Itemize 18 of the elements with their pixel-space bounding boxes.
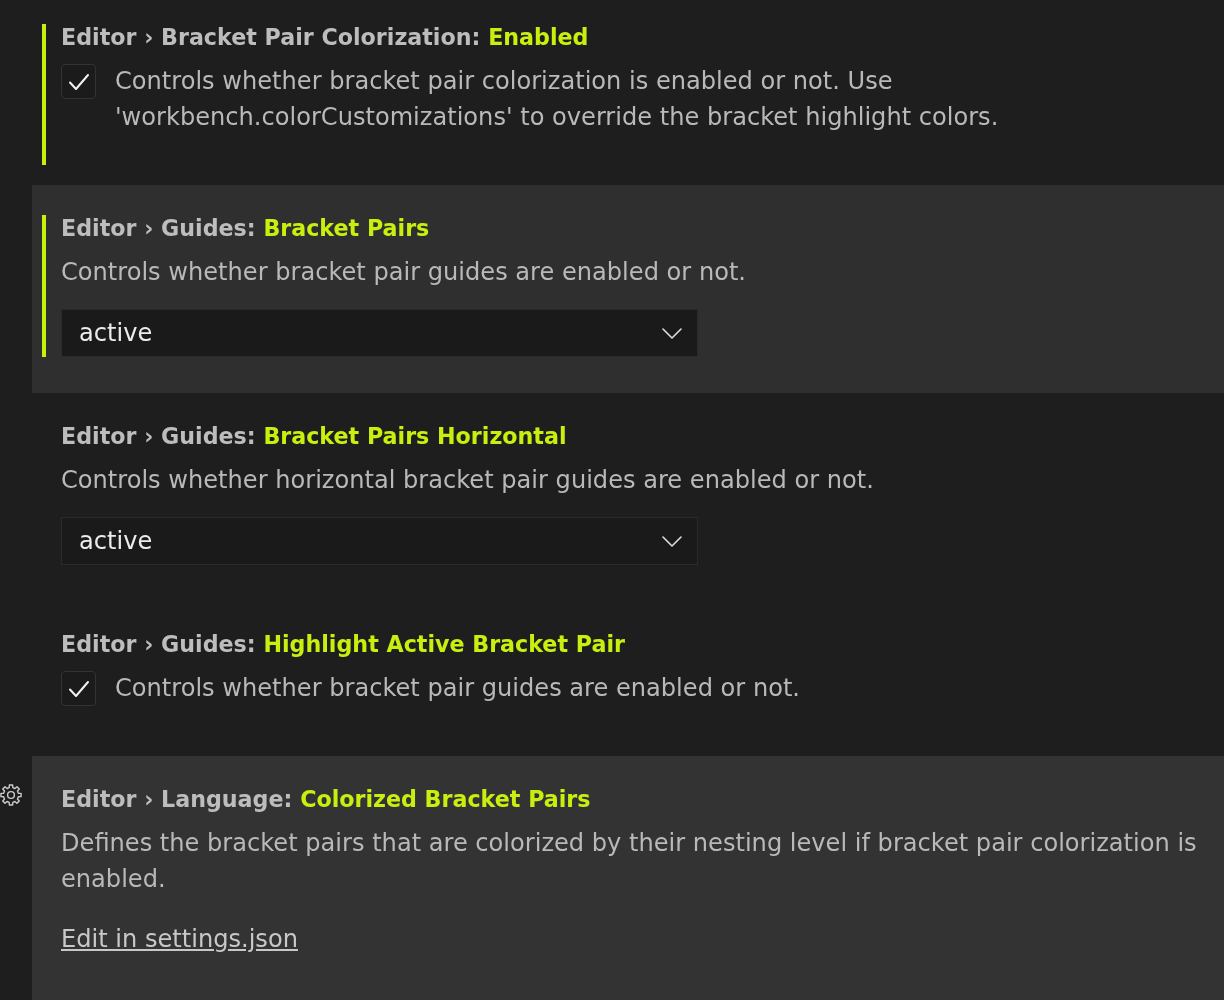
- setting-description: Controls whether bracket pair guides are enabled or not.: [61, 257, 747, 288]
- setting-title: Editor › Guides: Highlight Active Bracket Pair: [61, 631, 625, 657]
- setting-description: Controls whether bracket pair guides are enabled or not.: [115, 673, 800, 704]
- setting-description: Controls whether bracket pair colorization is enabled or not. Use 'workbench.colorCustomizations' to override the bracket highlight colors.: [115, 66, 1000, 133]
- setting-title: Editor › Language: Colorized Bracket Pairs: [61, 786, 591, 812]
- setting-description: Defines the bracket pairs that are colorized by their nesting level if bracket pair colorization is enabled.: [61, 828, 1198, 895]
- dropdown[interactable]: active: [61, 309, 698, 357]
- setting-title: Editor › Guides: Bracket Pairs Horizontal: [61, 423, 567, 449]
- checkbox[interactable]: [61, 671, 96, 706]
- gear-icon[interactable]: [0, 784, 22, 806]
- dropdown[interactable]: active: [61, 517, 698, 565]
- setting-description: Controls whether horizontal bracket pair guides are enabled or not.: [61, 465, 875, 496]
- chevron-down-icon: [662, 327, 682, 339]
- setting-title: Editor › Guides: Bracket Pairs: [61, 215, 430, 241]
- setting-title: Editor › Bracket Pair Colorization: Enabled: [61, 24, 589, 50]
- chevron-down-icon: [662, 535, 682, 547]
- edit-settings-link[interactable]: Edit in settings.json: [61, 923, 298, 955]
- checkbox[interactable]: [61, 64, 96, 99]
